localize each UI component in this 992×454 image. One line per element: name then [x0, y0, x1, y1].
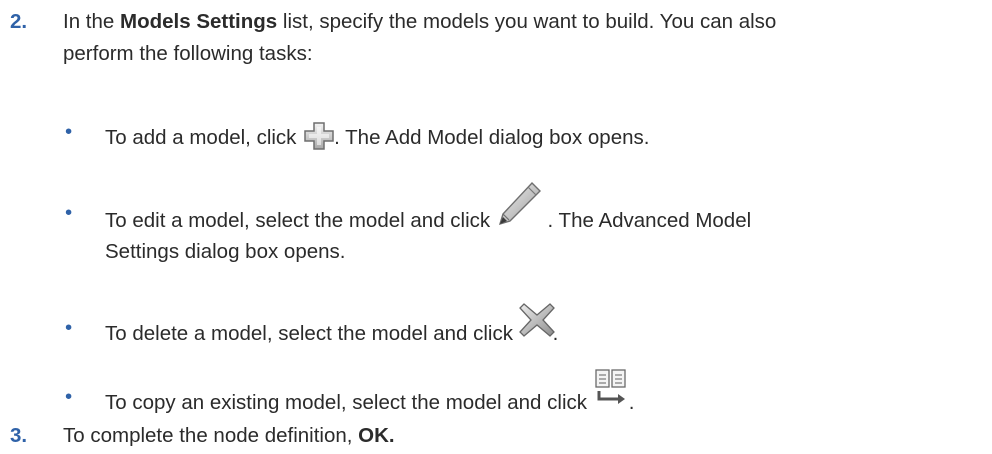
step-number: 2. [10, 10, 28, 33]
copy-model-icon [593, 369, 629, 411]
step-2-text: In the Models Settings list, specify the… [63, 8, 988, 68]
bullet-line-2: Settings dialog box opens. [105, 240, 346, 263]
ok-label: OK. [358, 424, 395, 447]
bullet-text: To copy an existing model, select the mo… [105, 369, 965, 417]
bullet-marker: • [65, 201, 73, 224]
bullet-text: To add a model, click . The Add Model di… [105, 118, 965, 152]
bullet-marker: • [65, 120, 73, 143]
add-icon [304, 122, 334, 150]
bullet-marker: • [65, 385, 73, 408]
delete-x-icon [518, 303, 555, 342]
step-number: 3. [10, 424, 28, 447]
models-settings-label: Models Settings [120, 10, 278, 33]
document-page: 2. In the Models Settings list, specify … [0, 0, 992, 454]
step-2-line-1: In the Models Settings list, specify the… [63, 10, 777, 33]
bullet-text: To delete a model, select the model and … [105, 303, 965, 348]
step-3-text: To complete the node definition, OK. [63, 424, 395, 447]
step-2-line-2: perform the following tasks: [63, 42, 313, 65]
bullet-text: To edit a model, select the model and cl… [105, 181, 965, 266]
pencil-icon [496, 181, 542, 229]
bullet-marker: • [65, 316, 73, 339]
bullet-line-1: To edit a model, select the model and cl… [105, 181, 965, 235]
